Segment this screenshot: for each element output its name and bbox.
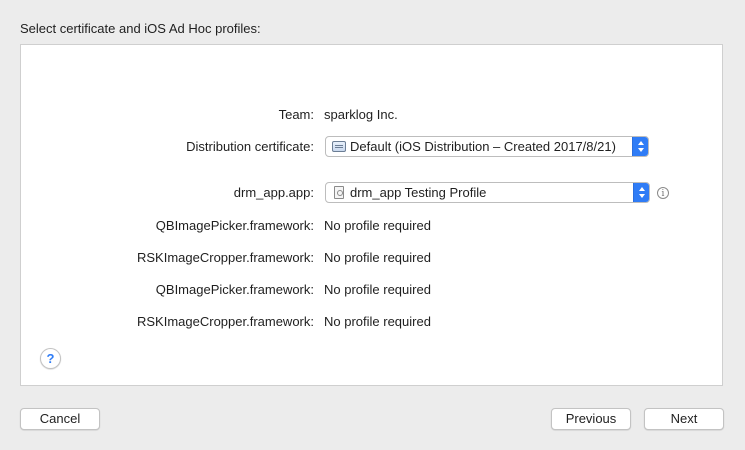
framework-row: RSKImageCropper.framework: No profile re…	[21, 246, 722, 270]
framework-row: QBImagePicker.framework: No profile requ…	[21, 214, 722, 238]
team-label: Team:	[278, 107, 314, 122]
framework-label: RSKImageCropper.framework:	[136, 314, 314, 329]
popup-chevrons-icon	[633, 183, 649, 202]
framework-value: No profile required	[324, 250, 431, 265]
provisioning-profile-icon	[334, 186, 344, 199]
profiles-panel: Team: sparklog Inc. Distribution certifi…	[20, 44, 723, 386]
certificate-icon	[332, 141, 346, 152]
framework-label: QBImagePicker.framework:	[155, 282, 314, 297]
framework-row: RSKImageCropper.framework: No profile re…	[21, 310, 722, 334]
cancel-button[interactable]: Cancel	[20, 408, 100, 430]
team-row: Team: sparklog Inc.	[21, 103, 722, 127]
previous-button[interactable]: Previous	[551, 408, 631, 430]
distribution-certificate-selected: Default (iOS Distribution – Created 2017…	[350, 138, 616, 154]
framework-row: QBImagePicker.framework: No profile requ…	[21, 278, 722, 302]
popup-chevrons-icon	[632, 137, 648, 156]
framework-value: No profile required	[324, 282, 431, 297]
app-profile-label: drm_app.app:	[233, 185, 314, 200]
distribution-certificate-label: Distribution certificate:	[186, 139, 314, 154]
framework-value: No profile required	[324, 314, 431, 329]
help-button[interactable]: ?	[40, 348, 61, 369]
next-button[interactable]: Next	[644, 408, 724, 430]
framework-label: RSKImageCropper.framework:	[136, 250, 314, 265]
distribution-certificate-row: Distribution certificate: Default (iOS D…	[21, 135, 722, 159]
app-profile-row: drm_app.app: drm_app Testing Profile i	[21, 181, 722, 205]
app-profile-selected: drm_app Testing Profile	[350, 184, 487, 200]
team-value: sparklog Inc.	[324, 107, 398, 122]
framework-label: QBImagePicker.framework:	[155, 218, 314, 233]
distribution-certificate-popup[interactable]: Default (iOS Distribution – Created 2017…	[325, 136, 649, 157]
info-icon[interactable]: i	[657, 187, 669, 199]
framework-value: No profile required	[324, 218, 431, 233]
app-profile-popup[interactable]: drm_app Testing Profile	[325, 182, 650, 203]
dialog-heading: Select certificate and iOS Ad Hoc profil…	[20, 21, 261, 36]
